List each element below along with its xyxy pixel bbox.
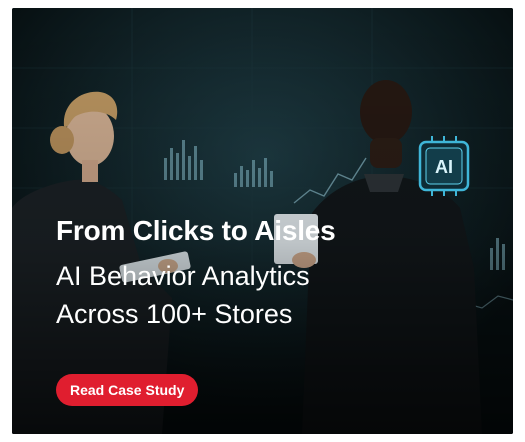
ai-chip-label: AI bbox=[435, 157, 453, 177]
read-case-study-button[interactable]: Read Case Study bbox=[56, 374, 199, 406]
hero-banner: AI From Clicks to Aisles AI Behavior Ana… bbox=[12, 8, 513, 434]
ai-chip-icon: AI bbox=[414, 136, 474, 196]
subheadline-line-2: Across 100+ Stores bbox=[56, 299, 293, 329]
subheadline-line-1: AI Behavior Analytics bbox=[56, 261, 310, 291]
headline: From Clicks to Aisles bbox=[56, 215, 336, 246]
